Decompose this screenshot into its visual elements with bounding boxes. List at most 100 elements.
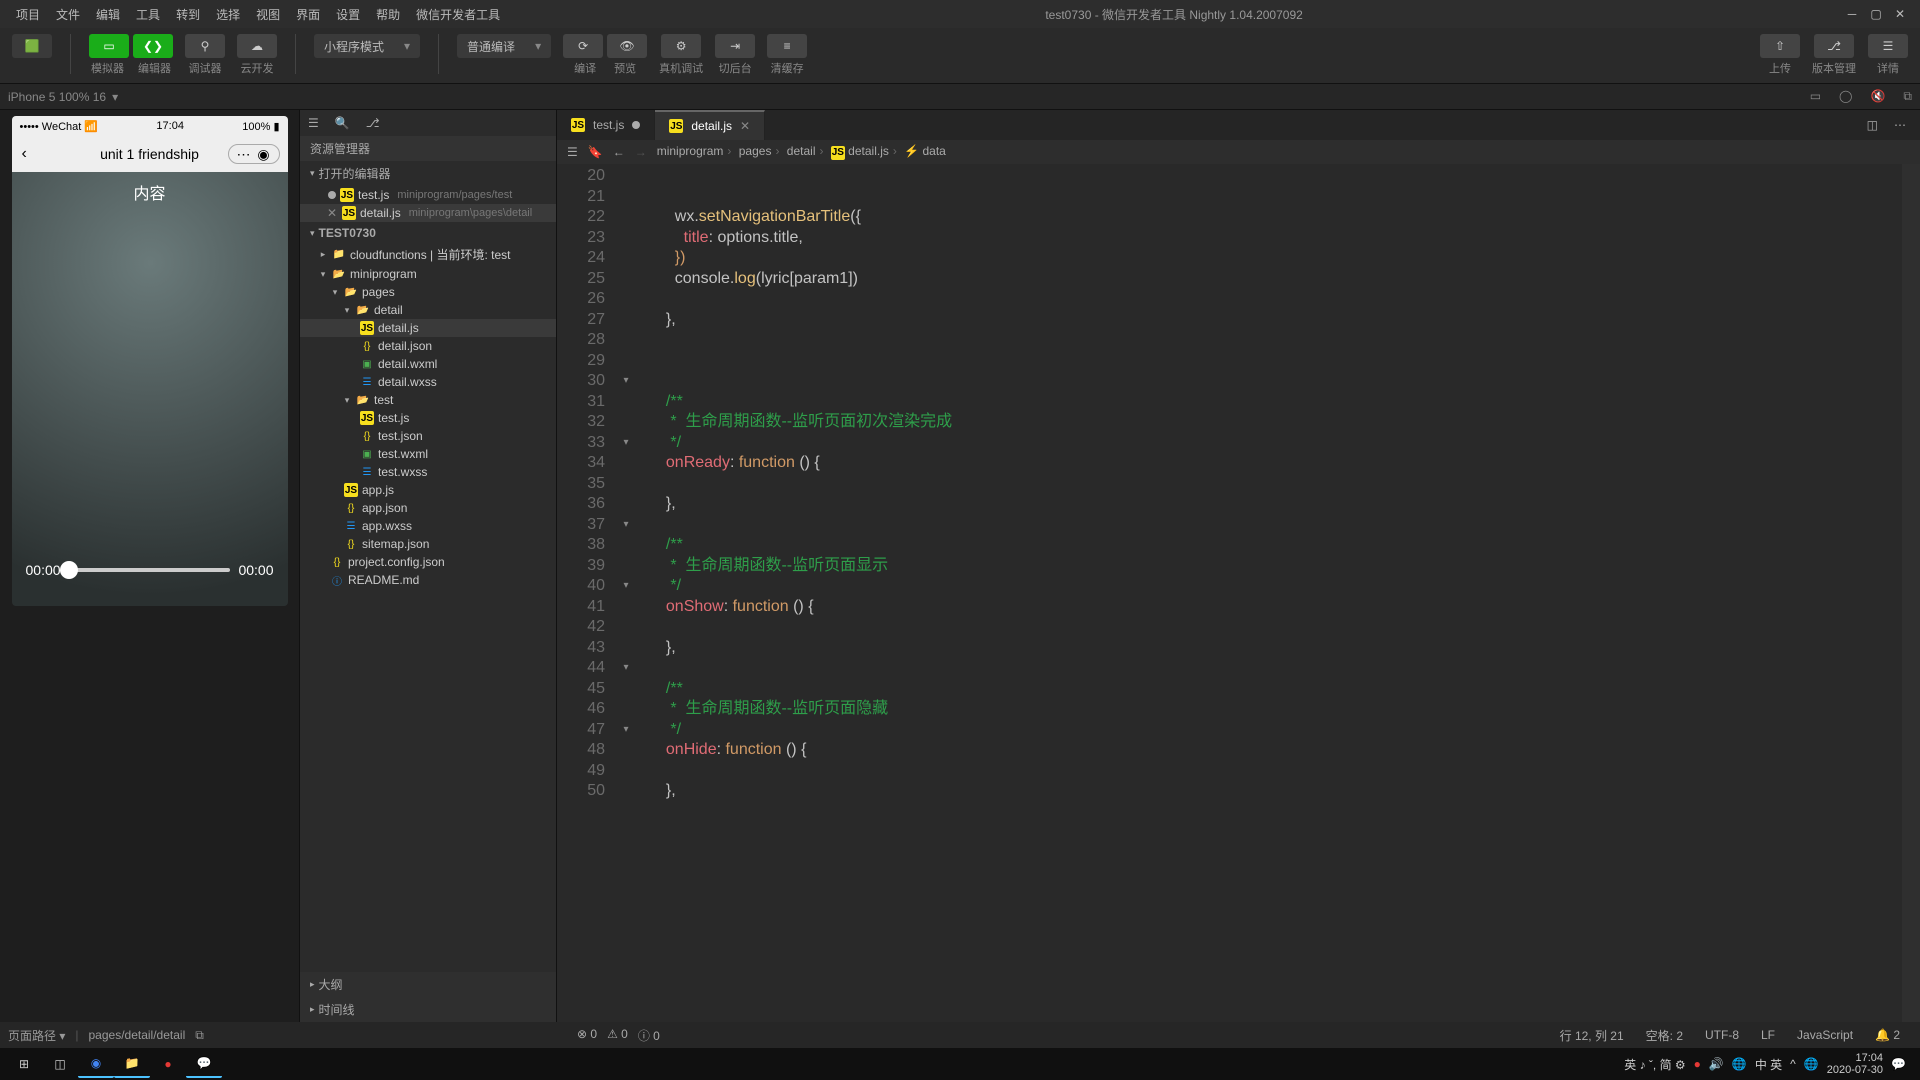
code-area[interactable]: 2021222324252627282930313233343536373839…: [557, 164, 1920, 1022]
menu-select[interactable]: 选择: [208, 6, 248, 23]
tray-volume-icon[interactable]: 🔊: [1709, 1057, 1724, 1071]
encoding[interactable]: UTF-8: [1705, 1028, 1739, 1042]
slider-track[interactable]: [69, 568, 231, 572]
capsule-menu-icon[interactable]: ⋯: [237, 147, 251, 161]
tree-readme[interactable]: ⓘREADME.md: [300, 571, 556, 589]
menu-edit[interactable]: 编辑: [88, 6, 128, 23]
dev-stop-icon[interactable]: ◯: [1839, 89, 1852, 104]
branch-icon[interactable]: ⎇: [366, 116, 380, 130]
dev-phone-icon[interactable]: ▭: [1810, 89, 1821, 104]
page-path[interactable]: pages/detail/detail: [89, 1028, 186, 1042]
tree-test-js[interactable]: JStest.js: [300, 409, 556, 427]
tree-pages[interactable]: ▾📂pages: [300, 283, 556, 301]
tab-detail-js[interactable]: JS detail.js ✕: [655, 110, 765, 140]
timeline-section[interactable]: ▸时间线: [300, 997, 556, 1022]
preview-button[interactable]: 👁: [607, 34, 647, 58]
search-icon[interactable]: 🔍: [335, 116, 350, 130]
open-editors-section[interactable]: ▾打开的编辑器: [300, 161, 556, 186]
start-button[interactable]: ⊞: [6, 1050, 42, 1078]
notification-icon[interactable]: 💬: [1891, 1057, 1906, 1071]
back-icon[interactable]: ‹: [22, 145, 27, 163]
page-path-label[interactable]: 页面路径 ▾: [8, 1027, 65, 1044]
tray-up-icon[interactable]: ^: [1790, 1057, 1796, 1071]
indent[interactable]: 空格: 2: [1646, 1027, 1683, 1044]
simulator-button[interactable]: ▭: [89, 34, 129, 58]
editor-button[interactable]: ❮❯: [133, 34, 173, 58]
tree-app-js[interactable]: JSapp.js: [300, 481, 556, 499]
tray-clock[interactable]: 17:04 2020-07-30: [1827, 1052, 1883, 1076]
status-warnings-icon[interactable]: ⚠ 0: [607, 1027, 628, 1044]
close-icon[interactable]: ✕: [740, 119, 750, 133]
fold-gutter[interactable]: ▾▾▾▾▾▾: [619, 164, 633, 1022]
mode-select[interactable]: 小程序模式▾: [314, 34, 420, 58]
menu-view[interactable]: 视图: [248, 6, 288, 23]
tree-app-json[interactable]: {}app.json: [300, 499, 556, 517]
detail-button[interactable]: ☰: [1868, 34, 1908, 58]
list-icon[interactable]: ☰: [308, 116, 319, 130]
menu-help[interactable]: 帮助: [368, 6, 408, 23]
minimap[interactable]: [1902, 164, 1920, 1022]
tree-cloudfunctions[interactable]: ▸📁cloudfunctions | 当前环境: test: [300, 244, 556, 265]
menu-devtools[interactable]: 微信开发者工具: [408, 6, 508, 23]
tree-test-folder[interactable]: ▾📂test: [300, 391, 556, 409]
eol[interactable]: LF: [1761, 1028, 1775, 1042]
wechat-devtools-icon[interactable]: 💬: [186, 1050, 222, 1078]
open-editor-test[interactable]: JS test.js miniprogram/pages/test: [300, 186, 556, 204]
list-icon[interactable]: ☰: [567, 145, 578, 159]
project-section[interactable]: ▾TEST0730: [300, 222, 556, 244]
tree-sitemap[interactable]: {}sitemap.json: [300, 535, 556, 553]
outline-section[interactable]: ▸大纲: [300, 972, 556, 997]
bookmark-icon[interactable]: 🔖: [588, 145, 603, 159]
tray-ime-icon[interactable]: 中 英: [1755, 1056, 1782, 1073]
tree-detail-js[interactable]: JSdetail.js: [300, 319, 556, 337]
compile-mode-select[interactable]: 普通编译▾: [457, 34, 551, 58]
window-max[interactable]: ▢: [1864, 7, 1888, 21]
file-explorer-icon[interactable]: 📁: [114, 1050, 150, 1078]
tray-globe-icon[interactable]: 🌐: [1804, 1057, 1819, 1071]
capsule[interactable]: ⋯ ◉: [228, 144, 280, 164]
tree-detail-wxss[interactable]: ☰detail.wxss: [300, 373, 556, 391]
open-editor-detail[interactable]: ✕ JS detail.js miniprogram\pages\detail: [300, 204, 556, 222]
debugger-button[interactable]: ⚲: [185, 34, 225, 58]
capsule-close-icon[interactable]: ◉: [257, 147, 271, 161]
status-errors-icon[interactable]: ⊗ 0: [577, 1027, 597, 1044]
tree-detail-json[interactable]: {}detail.json: [300, 337, 556, 355]
status-info-icon[interactable]: ⓘ 0: [638, 1027, 660, 1044]
record-icon[interactable]: ●: [150, 1050, 186, 1078]
menu-tool[interactable]: 工具: [128, 6, 168, 23]
dev-mute-icon[interactable]: 🔇: [1870, 89, 1885, 104]
tree-app-wxss[interactable]: ☰app.wxss: [300, 517, 556, 535]
ime-status[interactable]: 英 ♪ ˇ, 简 ⚙: [1624, 1056, 1685, 1073]
device-select[interactable]: iPhone 5 100% 16 ▾: [8, 90, 118, 104]
tree-project-config[interactable]: {}project.config.json: [300, 553, 556, 571]
tray-net-icon[interactable]: 🌐: [1732, 1057, 1747, 1071]
window-close[interactable]: ✕: [1888, 7, 1912, 21]
tab-test-js[interactable]: JS test.js: [557, 110, 655, 140]
nav-back-icon[interactable]: ←: [613, 145, 625, 159]
copy-icon[interactable]: ⧉: [195, 1028, 204, 1043]
cloud-button[interactable]: ☁: [237, 34, 277, 58]
tree-test-wxml[interactable]: ▣test.wxml: [300, 445, 556, 463]
slider-thumb[interactable]: [60, 561, 78, 579]
realdevice-button[interactable]: ⚙: [661, 34, 701, 58]
tree-test-json[interactable]: {}test.json: [300, 427, 556, 445]
language[interactable]: JavaScript: [1797, 1028, 1853, 1042]
cursor-pos[interactable]: 行 12, 列 21: [1560, 1027, 1624, 1044]
split-icon[interactable]: ◫: [1867, 118, 1878, 132]
menu-file[interactable]: 文件: [48, 6, 88, 23]
tree-miniprogram[interactable]: ▾📂miniprogram: [300, 265, 556, 283]
taskview-button[interactable]: ◫: [42, 1050, 78, 1078]
tree-detail-folder[interactable]: ▾📂detail: [300, 301, 556, 319]
close-icon[interactable]: ✕: [326, 206, 338, 220]
background-button[interactable]: ⇥: [715, 34, 755, 58]
audio-player[interactable]: 00:00 00:00: [12, 544, 288, 606]
menu-settings[interactable]: 设置: [328, 6, 368, 23]
breadcrumb[interactable]: miniprogram› pages› detail› JS detail.js…: [657, 144, 946, 160]
more-icon[interactable]: ⋯: [1894, 118, 1906, 132]
window-min[interactable]: ─: [1840, 7, 1864, 21]
version-button[interactable]: ⎇: [1814, 34, 1854, 58]
compile-button[interactable]: ⟳: [563, 34, 603, 58]
clear-cache-button[interactable]: ≡: [767, 34, 807, 58]
menu-ui[interactable]: 界面: [288, 6, 328, 23]
menu-goto[interactable]: 转到: [168, 6, 208, 23]
